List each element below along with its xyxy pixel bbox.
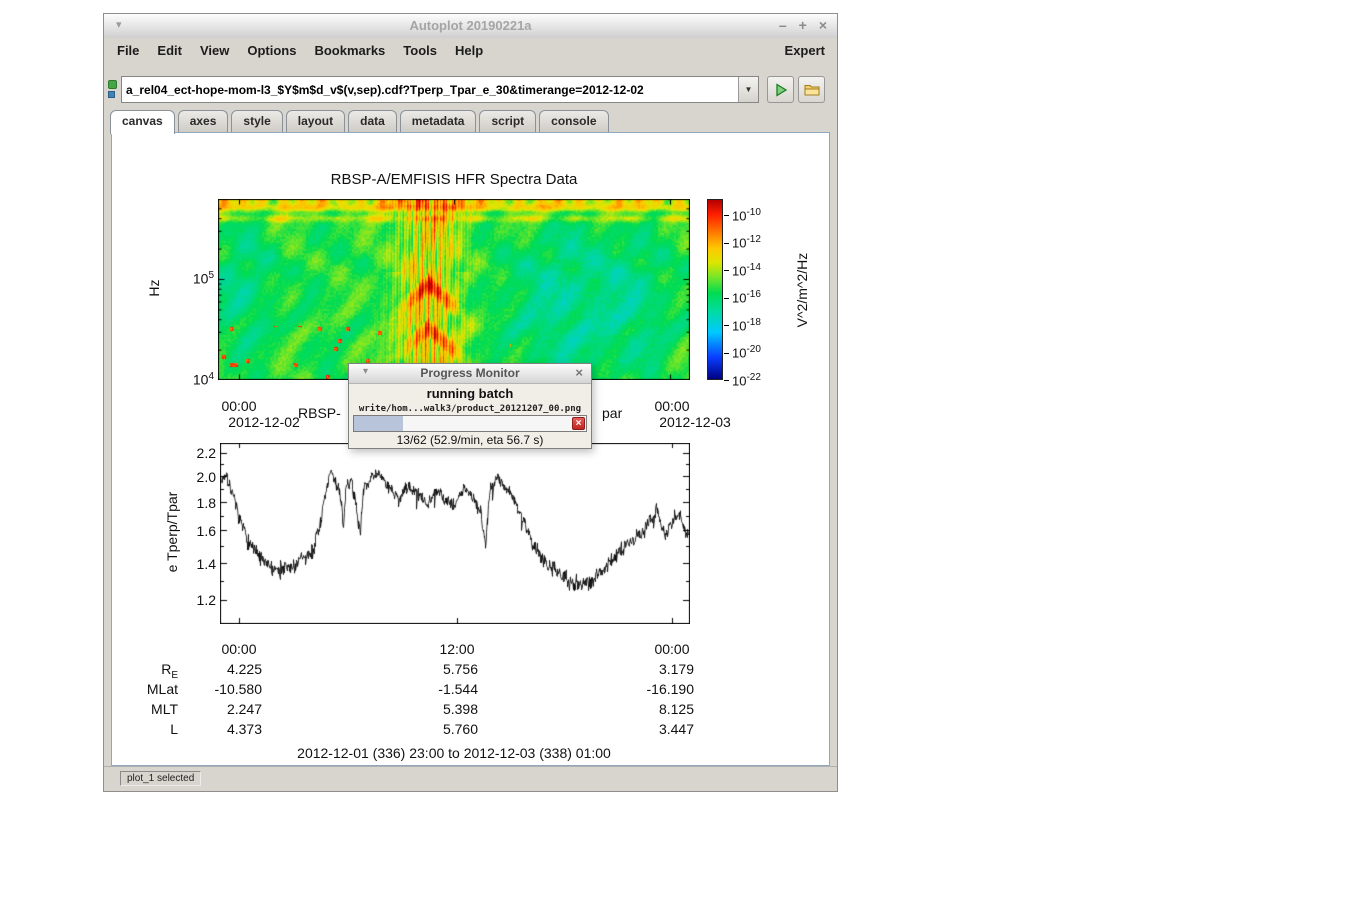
menu-item-tools[interactable]: Tools	[394, 40, 446, 61]
lineplot-xtick: 12:00	[427, 641, 487, 657]
colorbar	[707, 199, 723, 380]
dialog-close-icon[interactable]: ×	[575, 365, 583, 380]
spectra-plot-title: RBSP-A/EMFISIS HFR Spectra Data	[218, 171, 690, 188]
maximize-button[interactable]: +	[799, 16, 807, 34]
progress-monitor-dialog: ▾ Progress Monitor × running batch write…	[348, 363, 592, 449]
tab-style[interactable]: style	[231, 110, 282, 132]
progress-detail-text: write/hom...walk3/product_20121207_00.pn…	[349, 404, 591, 414]
spectrogram-canvas[interactable]	[218, 199, 690, 380]
lineplot-ytick: 1.4	[172, 556, 216, 572]
menu-item-file[interactable]: File	[108, 40, 148, 61]
colorbar-tick-mark	[724, 215, 729, 216]
plot-canvas-panel: RBSP-A/EMFISIS HFR Spectra Data Hz 105 1…	[111, 132, 830, 766]
colorbar-tick-label: 10-12	[732, 234, 794, 250]
tperp-title-fragment-right: par	[602, 405, 622, 421]
menu-item-options[interactable]: Options	[238, 40, 305, 61]
open-file-button[interactable]	[798, 76, 825, 103]
chevron-down-icon: ▼	[745, 85, 753, 94]
menu-item-view[interactable]: View	[191, 40, 238, 61]
tperp-title-fragment-left: RBSP-	[298, 405, 341, 421]
spectrogram-ytick: 104	[170, 371, 214, 388]
colorbar-tick-label: 10-20	[732, 344, 794, 360]
tab-layout[interactable]: layout	[286, 110, 345, 132]
play-icon	[774, 83, 788, 97]
tab-canvas[interactable]: canvas	[110, 110, 175, 134]
tab-bar: canvas axes style layout data metadata s…	[110, 110, 831, 132]
lineplot-ytick: 1.8	[172, 495, 216, 511]
spectrogram-xtick-date: 2012-12-03	[645, 414, 745, 430]
datasource-indicator-icons	[108, 80, 119, 98]
close-button[interactable]: ×	[819, 16, 827, 34]
line-plot-canvas[interactable]	[220, 443, 690, 624]
progress-bar: ×	[353, 415, 587, 432]
dialog-titlebar[interactable]: ▾ Progress Monitor ×	[349, 364, 591, 384]
uri-dropdown-button[interactable]: ▼	[738, 77, 758, 102]
colorbar-axis-label: V^2/m^2/Hz	[794, 240, 810, 340]
menu-item-bookmarks[interactable]: Bookmarks	[305, 40, 394, 61]
menubar: File Edit View Options Bookmarks Tools H…	[104, 38, 837, 63]
colorbar-tick-label: 10-16	[732, 289, 794, 305]
colorbar-tick-mark	[724, 298, 729, 299]
progress-status-text: running batch	[349, 386, 591, 401]
colorbar-tick-label: 10-22	[732, 372, 794, 388]
colorbar-tick-mark	[724, 380, 729, 381]
dialog-title: Progress Monitor	[349, 366, 591, 380]
colorbar-tick-mark	[724, 243, 729, 244]
folder-icon	[804, 83, 820, 96]
tab-metadata[interactable]: metadata	[400, 110, 477, 132]
lineplot-xtick: 00:00	[642, 641, 702, 657]
green-plus-icon	[108, 80, 117, 89]
tab-script[interactable]: script	[479, 110, 536, 132]
colorbar-tick-mark	[724, 325, 729, 326]
spectrogram-ytick: 105	[170, 270, 214, 287]
expert-mode-label[interactable]: Expert	[785, 43, 837, 58]
status-message: plot_1 selected	[120, 771, 201, 786]
plot-go-button[interactable]	[767, 76, 794, 103]
address-combobox: ▼	[121, 76, 759, 103]
lineplot-ytick: 2.2	[172, 445, 216, 461]
menu-item-help[interactable]: Help	[446, 40, 492, 61]
colorbar-tick-label: 10-18	[732, 317, 794, 333]
progress-bar-fill	[354, 416, 403, 431]
autoplot-window: ▾ Autoplot 20190221a – + × File Edit Vie…	[103, 13, 838, 792]
progress-stats-text: 13/62 (52.9/min, eta 56.7 s)	[349, 433, 591, 447]
datasource-type-icon	[108, 91, 115, 98]
lineplot-xtick: 00:00	[209, 641, 269, 657]
uri-input[interactable]	[122, 77, 738, 102]
colorbar-tick-mark	[724, 270, 729, 271]
colorbar-tick-label: 10-10	[732, 207, 794, 223]
colorbar-tick-label: 10-14	[732, 262, 794, 278]
statusbar: plot_1 selected	[104, 766, 837, 791]
tab-console[interactable]: console	[539, 110, 608, 132]
cancel-button[interactable]: ×	[572, 417, 585, 430]
lineplot-ytick: 1.6	[172, 523, 216, 539]
time-range-footer: 2012-12-01 (336) 23:00 to 2012-12-03 (33…	[218, 745, 690, 761]
lineplot-ytick: 1.2	[172, 592, 216, 608]
tab-data[interactable]: data	[348, 110, 397, 132]
minimize-button[interactable]: –	[779, 16, 787, 34]
colorbar-tick-mark	[724, 353, 729, 354]
window-titlebar[interactable]: ▾ Autoplot 20190221a – + ×	[104, 14, 837, 39]
spectrogram-xtick-time: 00:00	[209, 398, 269, 414]
tab-axes[interactable]: axes	[178, 110, 229, 132]
menu-item-edit[interactable]: Edit	[148, 40, 191, 61]
spectrogram-y-axis-label: Hz	[146, 258, 162, 318]
spectrogram-xtick-time: 00:00	[642, 398, 702, 414]
lineplot-ytick: 2.0	[172, 469, 216, 485]
window-title: Autoplot 20190221a	[104, 18, 837, 33]
